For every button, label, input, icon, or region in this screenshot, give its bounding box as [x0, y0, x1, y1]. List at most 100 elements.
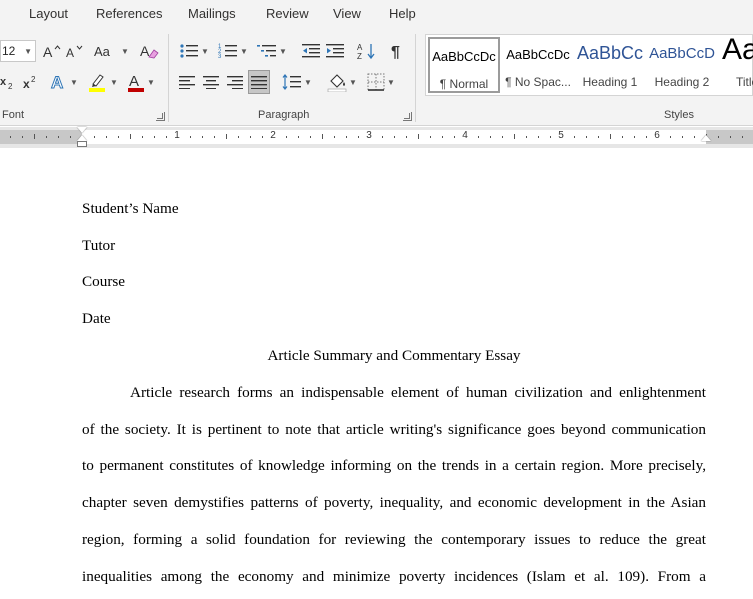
chevron-down-icon: ▼ — [304, 77, 312, 87]
line-spacing-button[interactable]: ▼ — [280, 71, 314, 93]
tab-references[interactable]: References — [96, 6, 162, 21]
font-color-swatch — [128, 88, 145, 92]
left-indent-marker[interactable] — [77, 141, 87, 147]
align-right-button[interactable] — [225, 71, 245, 93]
style-preview: AaBbCcD — [649, 45, 715, 62]
superscript-button[interactable]: x 2 — [20, 71, 40, 93]
borders-icon — [367, 73, 385, 91]
align-right-icon — [227, 76, 243, 89]
clear-formatting-button[interactable]: A — [138, 40, 160, 62]
style-heading-2[interactable]: AaBbCcD Heading 2 — [646, 37, 718, 93]
group-divider — [415, 34, 416, 122]
tab-view[interactable]: View — [333, 6, 361, 21]
style-name: ¶ Normal — [439, 77, 489, 91]
style-name: Heading 2 — [654, 75, 710, 89]
ribbon-tab-bar: Layout References Mailings Review View H… — [0, 0, 753, 28]
align-left-button[interactable] — [177, 71, 197, 93]
course-line[interactable]: Course — [82, 273, 125, 291]
grow-font-button[interactable]: A — [41, 40, 63, 62]
student-name-line[interactable]: Student’s Name — [82, 200, 179, 218]
style-no-spacing[interactable]: AaBbCcDc ¶ No Spac... — [502, 37, 574, 93]
ruler-tick — [22, 136, 23, 138]
first-line-indent-marker[interactable] — [77, 127, 87, 133]
subscript-button[interactable]: x 2 — [0, 71, 14, 93]
style-name: Title — [736, 75, 753, 89]
decrease-indent-button[interactable] — [300, 40, 322, 62]
essay-title[interactable]: Article Summary and Commentary Essay — [82, 347, 706, 365]
ruler-number: 5 — [558, 130, 564, 141]
font-dialog-launcher-icon[interactable] — [156, 112, 165, 121]
ruler-tick — [730, 136, 731, 138]
paint-bucket-icon — [327, 74, 347, 92]
borders-button[interactable]: ▼ — [364, 71, 398, 93]
ruler-tick — [286, 136, 287, 138]
font-color-button[interactable]: A ▼ — [125, 71, 157, 93]
align-center-button[interactable] — [201, 71, 221, 93]
ruler-tick — [238, 136, 239, 138]
ruler-tick — [34, 134, 35, 139]
ruler-number: 1 — [174, 130, 180, 141]
show-formatting-marks-button[interactable]: ¶ — [386, 40, 408, 62]
shrink-font-button[interactable]: A — [64, 40, 86, 62]
multilevel-list-button[interactable]: ▼ — [255, 40, 289, 62]
style-heading-1[interactable]: AaBbCc Heading 1 — [574, 37, 646, 93]
numbering-button[interactable]: 1 2 3 ▼ — [216, 40, 250, 62]
tab-layout[interactable]: Layout — [29, 6, 68, 21]
svg-text:A: A — [51, 73, 63, 91]
change-case-button[interactable]: Aa ▼ — [93, 40, 129, 62]
horizontal-ruler[interactable]: 1 2 3 4 5 6 — [0, 127, 753, 148]
tab-help[interactable]: Help — [389, 6, 416, 21]
date-line[interactable]: Date — [82, 310, 111, 328]
bullets-button[interactable]: ▼ — [177, 40, 211, 62]
body-text-line[interactable]: to permanent constitutes of knowledge in… — [82, 457, 706, 475]
body-text-line[interactable]: Article research forms an indispensable … — [130, 384, 706, 402]
ruler-tick — [538, 136, 539, 138]
body-text-line[interactable]: region, forming a solid foundation for r… — [82, 531, 706, 549]
paragraph-dialog-launcher-icon[interactable] — [403, 112, 412, 121]
body-text-line[interactable]: chapter seven demystifies patterns of po… — [82, 494, 706, 512]
ruler-tick — [694, 136, 695, 138]
ruler-tick — [358, 136, 359, 138]
highlight-color-swatch — [89, 88, 106, 92]
style-normal[interactable]: AaBbCcDc ¶ Normal — [428, 37, 500, 93]
styles-gallery: AaBbCcDc ¶ Normal AaBbCcDc ¶ No Spac... … — [425, 34, 753, 96]
subscript-icon: x 2 — [0, 76, 13, 90]
svg-text:2: 2 — [31, 75, 36, 84]
svg-text:A: A — [140, 43, 150, 59]
ruler-tick — [118, 136, 119, 138]
tab-mailings[interactable]: Mailings — [188, 6, 236, 21]
document-page[interactable]: Student’s Name Tutor Course Date Article… — [0, 148, 753, 599]
paragraph-group-label: Paragraph — [258, 109, 310, 121]
ruler-tick — [130, 134, 131, 139]
svg-text:A: A — [66, 46, 74, 59]
svg-text:2: 2 — [8, 82, 13, 90]
body-text-line[interactable]: of the society. It is pertinent to note … — [82, 421, 706, 439]
style-title[interactable]: Aa Title — [718, 37, 753, 93]
tab-review[interactable]: Review — [266, 6, 309, 21]
group-divider — [168, 34, 169, 122]
chevron-down-icon: ▼ — [387, 77, 395, 87]
ruler-tick — [622, 136, 623, 138]
svg-text:¶: ¶ — [391, 44, 400, 59]
ruler-tick — [454, 136, 455, 138]
body-text-line[interactable]: inequalities among the economy and minim… — [82, 568, 706, 586]
decrease-indent-icon — [302, 44, 320, 58]
svg-text:Z: Z — [357, 52, 362, 60]
svg-text:x: x — [0, 76, 7, 88]
tutor-line[interactable]: Tutor — [82, 237, 115, 255]
right-indent-marker[interactable] — [701, 135, 711, 141]
ruler-tick — [586, 136, 587, 138]
shading-button[interactable]: ▼ — [325, 71, 359, 93]
justify-button[interactable] — [248, 70, 270, 94]
svg-text:A: A — [357, 43, 363, 52]
font-size-dropdown[interactable]: 12 ▼ — [0, 40, 36, 62]
text-effects-button[interactable]: A ▼ — [49, 71, 79, 93]
text-highlight-color-button[interactable]: ▼ — [87, 71, 119, 93]
chevron-down-icon: ▼ — [24, 46, 32, 56]
chevron-down-icon: ▼ — [240, 46, 248, 56]
sort-button[interactable]: A Z — [356, 40, 378, 62]
chevron-down-icon: ▼ — [147, 77, 155, 87]
ruler-tick — [334, 136, 335, 138]
increase-indent-button[interactable] — [324, 40, 346, 62]
ruler-tick — [58, 136, 59, 138]
